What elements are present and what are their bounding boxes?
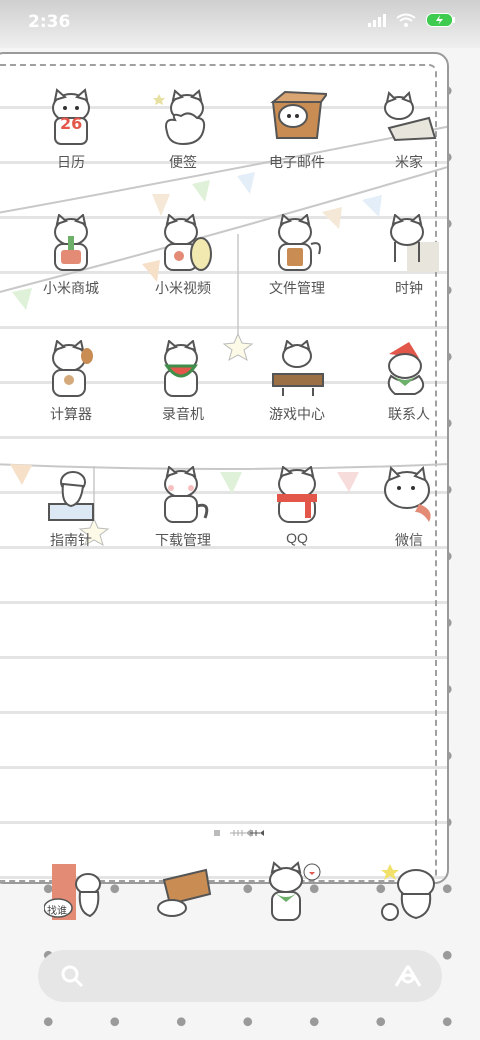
downloads-cat-icon (164, 466, 209, 523)
wechat-cat-icon (384, 466, 431, 522)
status-time: 2:36 (28, 12, 71, 32)
app-label: 时钟 (395, 280, 423, 296)
app-recorder[interactable]: 录音机 (128, 340, 238, 460)
file-manager-cat-icon (278, 214, 321, 271)
email-box-cat-icon (270, 90, 327, 139)
battery-icon (426, 12, 456, 31)
app-label: 指南针 (50, 532, 92, 548)
app-calendar[interactable]: 26 日历 (16, 88, 126, 208)
app-label: 下载管理 (155, 532, 211, 548)
xiaoai-assistant-icon[interactable] (394, 964, 422, 992)
app-notes[interactable]: 便签 (128, 88, 238, 208)
mijia-cat-icon (384, 91, 437, 142)
calendar-date-badge: 26 (60, 114, 83, 133)
app-label: 小米视频 (155, 280, 211, 296)
calculator-cat-icon (52, 340, 93, 397)
page-indicator (214, 828, 264, 841)
dock-app-1[interactable]: 找谁 (43, 860, 108, 930)
app-game-center[interactable]: 游戏中心 (242, 340, 352, 460)
app-mi-store[interactable]: 小米商城 (16, 214, 126, 334)
compass-cat-icon (48, 471, 94, 521)
browser-cat-icon (269, 861, 321, 921)
notes-cat-icon (153, 89, 206, 146)
dock-app-2[interactable] (150, 860, 214, 930)
app-calculator[interactable]: 计算器 (16, 340, 126, 460)
app-label: 便签 (169, 154, 197, 170)
camera-cat-icon (381, 864, 435, 921)
app-mijia[interactable]: 米家 (354, 88, 464, 208)
dock-app-3[interactable] (258, 860, 322, 930)
search-bar[interactable] (38, 950, 442, 1002)
dock-app-4[interactable] (376, 860, 440, 930)
dock-bubble-text: 找谁 (47, 906, 67, 917)
recorder-cat-icon (164, 340, 198, 397)
mi-store-cat-icon (54, 214, 88, 271)
app-label: 计算器 (50, 406, 92, 422)
app-contacts[interactable]: 联系人 (354, 340, 464, 460)
status-bar: 2:36 (0, 0, 480, 48)
app-label: 游戏中心 (269, 406, 325, 422)
app-clock[interactable]: 时钟 (354, 214, 464, 334)
qq-cat-icon (277, 466, 317, 523)
app-wechat[interactable]: 微信 (354, 466, 464, 586)
mi-video-cat-icon (164, 214, 212, 271)
status-icons (368, 12, 456, 31)
app-email[interactable]: 电子邮件 (242, 88, 352, 208)
app-downloads[interactable]: 下载管理 (128, 466, 238, 586)
wifi-icon (396, 12, 416, 31)
app-mi-video[interactable]: 小米视频 (128, 214, 238, 334)
app-file-manager[interactable]: 文件管理 (242, 214, 352, 334)
app-label: 日历 (57, 154, 85, 170)
fishbone-page-indicator-icon (214, 829, 264, 837)
phone-cat-icon (43, 864, 101, 920)
contacts-cat-icon (387, 342, 425, 395)
app-compass[interactable]: 指南针 (16, 466, 126, 586)
app-label: 联系人 (388, 406, 430, 422)
app-qq[interactable]: QQ (242, 466, 352, 586)
app-label: 小米商城 (43, 280, 99, 296)
clock-cat-icon (390, 214, 439, 272)
signal-icon (368, 12, 386, 31)
messages-box-cat-icon (157, 868, 212, 917)
app-label: 米家 (395, 154, 423, 170)
app-label: 电子邮件 (269, 154, 325, 170)
app-label: QQ (286, 530, 308, 546)
app-label: 微信 (395, 532, 423, 548)
game-center-cat-icon (272, 340, 324, 396)
app-label: 文件管理 (269, 280, 325, 296)
search-icon (60, 964, 84, 992)
app-label: 录音机 (162, 406, 204, 422)
